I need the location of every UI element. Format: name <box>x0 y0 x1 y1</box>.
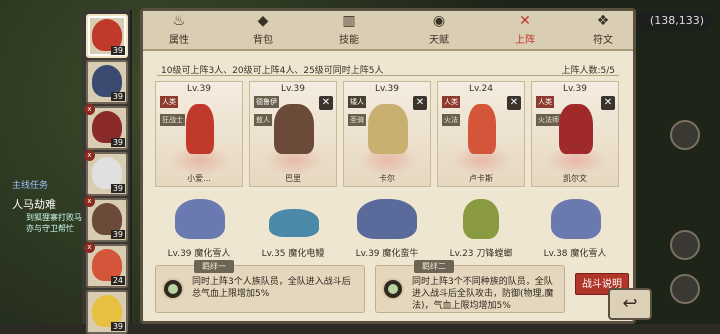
tab-skills[interactable]: ▥ 技能 <box>319 13 379 49</box>
hero-figure <box>186 104 214 154</box>
menu-orb[interactable] <box>670 120 700 150</box>
rune-icon: ❖ <box>596 13 610 29</box>
hero-card[interactable]: Lv.39 德鲁伊 敖人 ✕ 巴里 <box>249 81 337 187</box>
hero-card[interactable]: Lv.39 人类 狂战士 小爱... <box>155 81 243 187</box>
roster-slot[interactable]: 39 x <box>84 196 128 242</box>
tab-formation[interactable]: ✕ 上阵 <box>495 13 555 49</box>
hero-card[interactable]: Lv.24 人类 火法 ✕ 卢卡斯 <box>437 81 525 187</box>
tab-bar: ♨ 属性 ◆ 背包 ▥ 技能 ◉ 天赋 ✕ 上阵 ❖ 符文 <box>143 11 633 51</box>
menu-orb[interactable] <box>670 274 700 304</box>
bond-panel-2: 羁绊二 同时上阵3个不同种族的队员，全队进入战斗后全队攻击，防御(物理,魔法)，… <box>375 260 565 313</box>
roster-slot[interactable]: 24 x <box>84 242 128 288</box>
tab-attributes[interactable]: ♨ 属性 <box>149 13 209 49</box>
pet-slot[interactable]: Lv.39 魔化蛮牛 <box>343 191 431 261</box>
pet-slot[interactable]: Lv.23 刀锋螳螂 <box>437 191 525 261</box>
bag-icon: ◆ <box>257 13 269 29</box>
bond-panel-1: 羁绊一 同时上阵3个人族队员，全队进入战斗后总气血上限增加5% <box>155 260 365 313</box>
remove-hero-icon[interactable]: ✕ <box>601 96 615 110</box>
quest-title[interactable]: 人马劫难 <box>12 196 84 212</box>
right-side-bar <box>650 40 710 304</box>
remove-icon[interactable]: x <box>84 150 95 161</box>
hero-figure <box>559 104 593 154</box>
back-button[interactable]: ↩ <box>608 288 652 320</box>
hero-card[interactable]: Lv.39 人类 火法师 ✕ 凯尔文 <box>531 81 619 187</box>
tab-runes[interactable]: ❖ 符文 <box>573 13 633 49</box>
flame-icon: ♨ <box>172 13 186 29</box>
roster-slot[interactable]: 39 <box>86 290 128 334</box>
menu-orb[interactable] <box>670 230 700 260</box>
hero-figure <box>468 104 496 154</box>
tab-bag[interactable]: ◆ 背包 <box>233 13 293 49</box>
roster-slot[interactable]: 39 <box>86 14 128 58</box>
return-arrow-icon: ↩ <box>622 293 638 314</box>
pet-figure <box>551 199 601 239</box>
book-icon: ▥ <box>342 13 356 29</box>
pet-figure <box>175 199 225 239</box>
formation-panel: ♨ 属性 ◆ 背包 ▥ 技能 ◉ 天赋 ✕ 上阵 ❖ 符文 10级可上阵3人、20级可上阵4… <box>140 8 636 324</box>
swords-icon: ✕ <box>519 13 531 29</box>
roster-slot[interactable]: 39 <box>86 60 128 104</box>
bond-emblem-icon <box>162 278 184 300</box>
tab-talent[interactable]: ◉ 天赋 <box>409 13 469 49</box>
bond-emblem-icon <box>382 278 404 300</box>
quest-desc: 到狐狸寨打败马亦与守卫帮忙 <box>26 213 82 233</box>
quest-label: 主线任务 <box>12 181 49 191</box>
roster-slot[interactable]: 39 x <box>84 104 128 150</box>
remove-icon[interactable]: x <box>84 242 95 253</box>
remove-hero-icon[interactable]: ✕ <box>319 96 333 110</box>
pet-figure <box>357 199 417 239</box>
pet-slot[interactable]: Lv.39 魔化雪人 <box>155 191 243 261</box>
remove-hero-icon[interactable]: ✕ <box>507 96 521 110</box>
eye-icon: ◉ <box>432 13 446 29</box>
hero-card[interactable]: Lv.39 矮人 圣骑 ✕ 卡尔 <box>343 81 431 187</box>
pet-figure <box>463 199 499 239</box>
roster-slot[interactable]: 39 x <box>84 150 128 196</box>
pet-figure <box>269 209 319 237</box>
pet-slot[interactable]: Lv.35 魔化电鳗 <box>249 191 337 261</box>
hero-figure <box>274 104 314 154</box>
remove-hero-icon[interactable]: ✕ <box>413 96 427 110</box>
pet-slot[interactable]: Lv.38 魔化雪人 <box>531 191 619 261</box>
remove-icon[interactable]: x <box>84 196 95 207</box>
divider <box>157 75 619 76</box>
remove-icon[interactable]: x <box>84 104 95 115</box>
hero-figure <box>368 104 408 154</box>
hero-roster: 39 39 39 x 39 x 39 x 24 x 39 <box>82 10 132 334</box>
